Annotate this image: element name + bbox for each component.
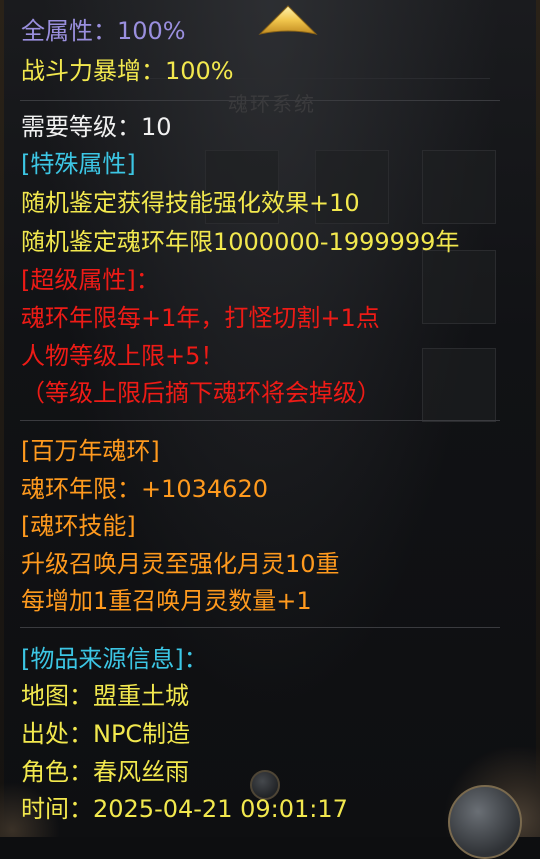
section-divider: [20, 420, 500, 421]
ring-grade-header: [百万年魂环]: [21, 437, 160, 465]
section-divider: [20, 100, 500, 101]
combat-power-stat: 战斗力暴增：100%: [21, 57, 234, 85]
section-divider: [20, 627, 500, 628]
frame-right-border: [536, 0, 540, 837]
super-attribute-line: 魂环年限每+1年，打怪切割+1点: [21, 304, 380, 332]
source-origin: 出处：NPC制造: [21, 720, 191, 748]
all-attributes-stat: 全属性：100%: [21, 17, 186, 45]
ring-skill-line: 升级召唤月灵至强化月灵10重: [21, 550, 340, 578]
frame-left-border: [0, 0, 4, 837]
special-attributes-header: [特殊属性]: [21, 150, 136, 178]
super-attribute-line: 人物等级上限+5！: [21, 342, 225, 370]
up-arrow-icon[interactable]: [258, 4, 318, 38]
source-map: 地图：盟重土城: [21, 682, 189, 710]
coin-icon: [448, 785, 522, 859]
source-character: 角色：春风丝雨: [21, 758, 189, 786]
background-panel-title: 魂环系统: [228, 92, 316, 116]
item-source-header: [物品来源信息]：: [21, 645, 208, 673]
ring-skill-line: 每增加1重召唤月灵数量+1: [21, 587, 312, 615]
special-attribute-line: 随机鉴定魂环年限1000000-1999999年: [21, 228, 460, 256]
source-time: 时间：2025-04-21 09:01:17: [21, 795, 348, 823]
background-slot: [422, 348, 496, 422]
ring-years-stat: 魂环年限：+1034620: [21, 475, 268, 503]
super-attributes-header: [超级属性]：: [21, 266, 160, 294]
super-attribute-note: （等级上限后摘下魂环将会掉级）: [21, 379, 381, 407]
background-slot: [422, 250, 496, 324]
required-level: 需要等级：10: [21, 113, 172, 141]
background-slot: [422, 150, 496, 224]
ring-skill-header: [魂环技能]: [21, 512, 136, 540]
special-attribute-line: 随机鉴定获得技能强化效果+10: [21, 189, 360, 217]
